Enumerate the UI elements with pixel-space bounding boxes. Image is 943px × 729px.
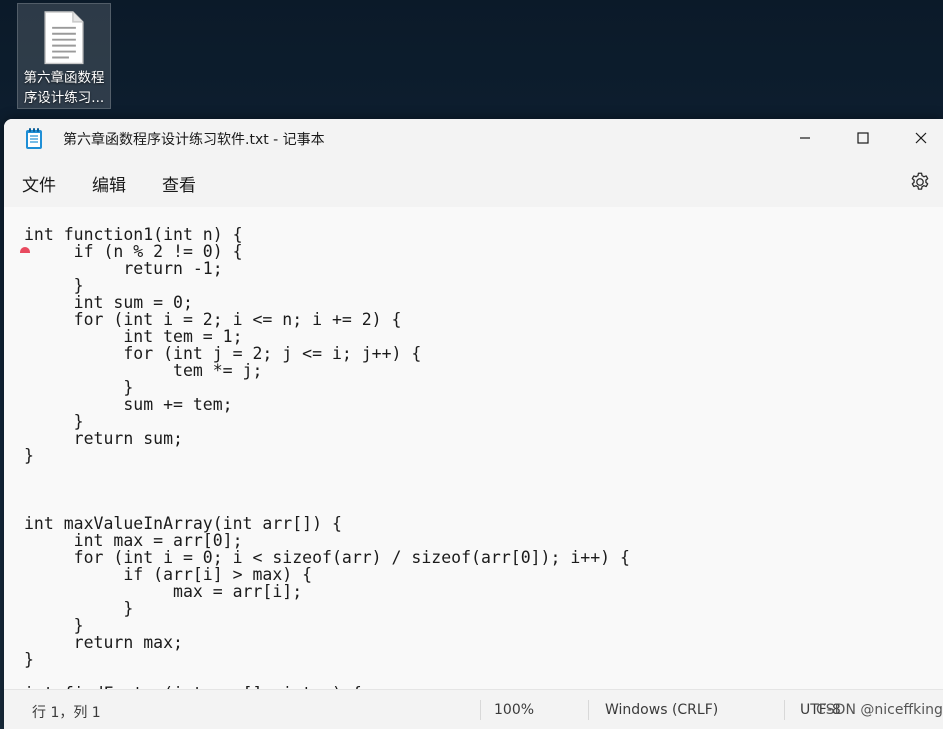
notepad-icon [26, 128, 42, 149]
close-icon [915, 132, 927, 144]
window-title: 第六章函数程序设计练习软件.txt - 记事本 [63, 132, 325, 148]
close-button[interactable] [892, 119, 943, 157]
desktop-file-label-line1: 第六章函数程 [23, 70, 105, 87]
maximize-icon [857, 132, 869, 144]
gear-icon[interactable] [909, 171, 931, 193]
status-divider [588, 700, 589, 720]
menu-edit[interactable]: 编辑 [92, 171, 126, 196]
menu-file[interactable]: 文件 [22, 171, 56, 196]
maximize-button[interactable] [834, 119, 892, 157]
editor-content[interactable]: int function1(int n) { if (n % 2 != 0) {… [24, 226, 630, 689]
title-bar[interactable]: 第六章函数程序设计练习软件.txt - 记事本 [4, 119, 943, 157]
status-bar: 行 1，列 1 100% Windows (CRLF) UTF-8 CSDN @… [4, 689, 943, 729]
line-ending: Windows (CRLF) [605, 702, 719, 718]
menu-bar: 文件 编辑 查看 [4, 157, 943, 207]
watermark: CSDN @niceffking [816, 702, 943, 718]
desktop-file-icon[interactable]: 第六章函数程 序设计练习... [17, 3, 111, 109]
minimize-icon [800, 137, 810, 139]
desktop-file-label-line2: 序设计练习... [23, 90, 105, 107]
text-editor[interactable]: int function1(int n) { if (n % 2 != 0) {… [4, 207, 943, 689]
notepad-window: 第六章函数程序设计练习软件.txt - 记事本 文件 编辑 查看 int fun… [4, 119, 943, 729]
cursor-position: 行 1，列 1 [32, 705, 101, 721]
status-divider [784, 700, 785, 720]
minimize-button[interactable] [776, 119, 834, 157]
zoom-level: 100% [494, 702, 535, 718]
status-divider [480, 700, 481, 720]
text-file-icon [44, 11, 84, 65]
menu-view[interactable]: 查看 [162, 171, 196, 196]
